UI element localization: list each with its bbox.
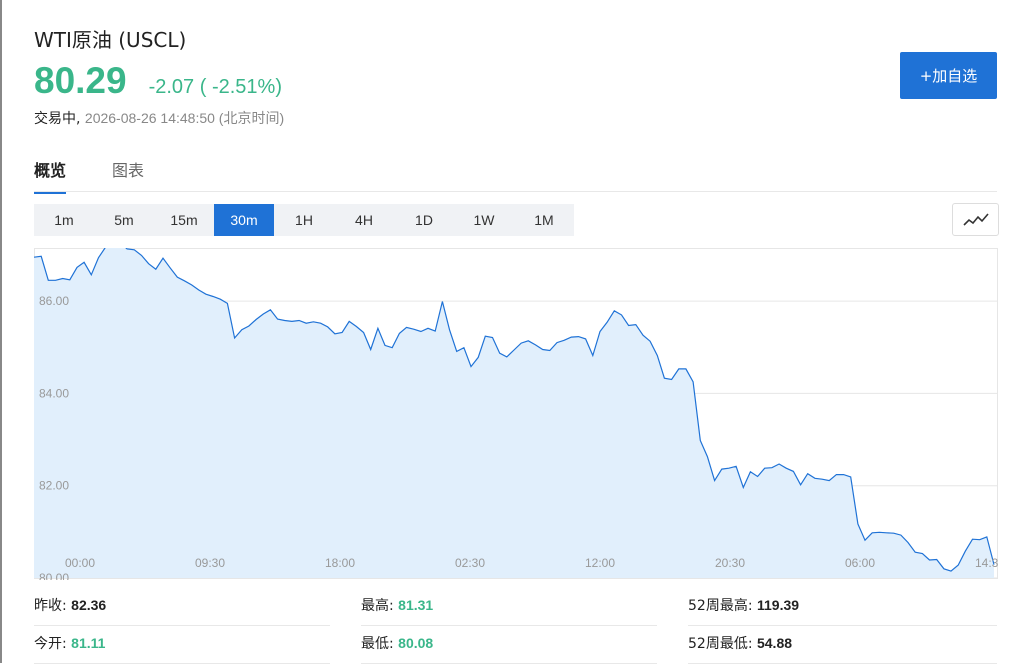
stat-label: 今开: [34, 636, 67, 652]
x-tick-label: 00:00 [65, 556, 95, 570]
window-left-border [0, 0, 2, 663]
chart-type-toggle[interactable] [952, 203, 999, 236]
range-5m-button[interactable]: 5m [94, 204, 154, 236]
stat-value: 54.88 [756, 635, 793, 651]
stat-label: 最低: [361, 636, 394, 652]
stat-value: 81.31 [398, 597, 434, 613]
range-1w-button[interactable]: 1W [454, 204, 514, 236]
price-area-fill [34, 248, 994, 578]
time-range-selector: 1m 5m 15m 30m 1H 4H 1D 1W 1M [34, 204, 574, 236]
x-tick-label: 18:00 [325, 556, 355, 570]
y-tick-label: 80.00 [39, 571, 69, 580]
y-tick-label: 86.00 [39, 294, 69, 308]
stat-label: 52周最低: [688, 636, 753, 652]
stat-label: 昨收: [34, 598, 67, 614]
y-tick-label: 82.00 [39, 479, 69, 493]
stats-row: 昨收: 82.36 最高: 81.31 52周最高: 119.39 [34, 588, 997, 626]
tab-overview[interactable]: 概览 [34, 157, 67, 194]
stat-high: 最高: 81.31 [361, 588, 657, 626]
line-chart-icon [962, 212, 989, 226]
range-1d-button[interactable]: 1D [394, 204, 454, 236]
tab-chart[interactable]: 图表 [112, 157, 144, 192]
stat-label: 52周最高: [688, 598, 753, 614]
stat-label: 最高: [361, 598, 394, 614]
range-1mo-button[interactable]: 1M [514, 204, 574, 236]
stat-value: 81.11 [71, 635, 106, 651]
stat-low: 最低: 80.08 [361, 626, 657, 664]
x-tick-label: 09:30 [195, 556, 225, 570]
x-tick-label: 14:3 [975, 556, 998, 570]
trading-status: 交易中, 2026-08-26 14:48:50 (北京时间) [34, 108, 284, 128]
stat-value: 119.39 [756, 597, 800, 613]
quote-timestamp: 2026-08-26 14:48:50 (北京时间) [84, 110, 285, 126]
x-tick-label: 20:30 [715, 556, 745, 570]
stat-52w-high: 52周最高: 119.39 [688, 588, 997, 626]
trading-status-text: 交易中, [34, 111, 81, 127]
add-to-watchlist-button[interactable]: +加自选 [900, 52, 997, 99]
x-tick-label: 02:30 [455, 556, 485, 570]
stat-52w-low: 52周最低: 54.88 [688, 626, 997, 664]
stat-value: 82.36 [71, 597, 107, 613]
range-1m-button[interactable]: 1m [34, 204, 94, 236]
range-15m-button[interactable]: 15m [154, 204, 214, 236]
price-area-chart: 86.00 84.00 82.00 80.0000:00 09:30 18:00 02:30… [34, 248, 998, 580]
tab-bar: 概览 图表 [34, 154, 997, 194]
range-1h-button[interactable]: 1H [274, 204, 334, 236]
price-row: 80.29 -2.07 ( -2.51%) [34, 60, 282, 104]
range-30m-button[interactable]: 30m [214, 204, 274, 236]
last-price: 80.29 [34, 60, 127, 101]
x-tick-label: 06:00 [845, 556, 875, 570]
page-title: WTI原油 (USCL) [34, 28, 187, 52]
y-tick-label: 84.00 [39, 386, 69, 400]
stat-prev-close: 昨收: 82.36 [34, 588, 330, 626]
stats-row: 今开: 81.11 最低: 80.08 52周最低: 54.88 [34, 626, 997, 664]
x-tick-label: 12:00 [585, 556, 615, 570]
range-4h-button[interactable]: 4H [334, 204, 394, 236]
price-change: -2.07 ( -2.51%) [148, 76, 282, 98]
stat-open: 今开: 81.11 [34, 626, 330, 664]
stat-value: 80.08 [398, 635, 434, 651]
